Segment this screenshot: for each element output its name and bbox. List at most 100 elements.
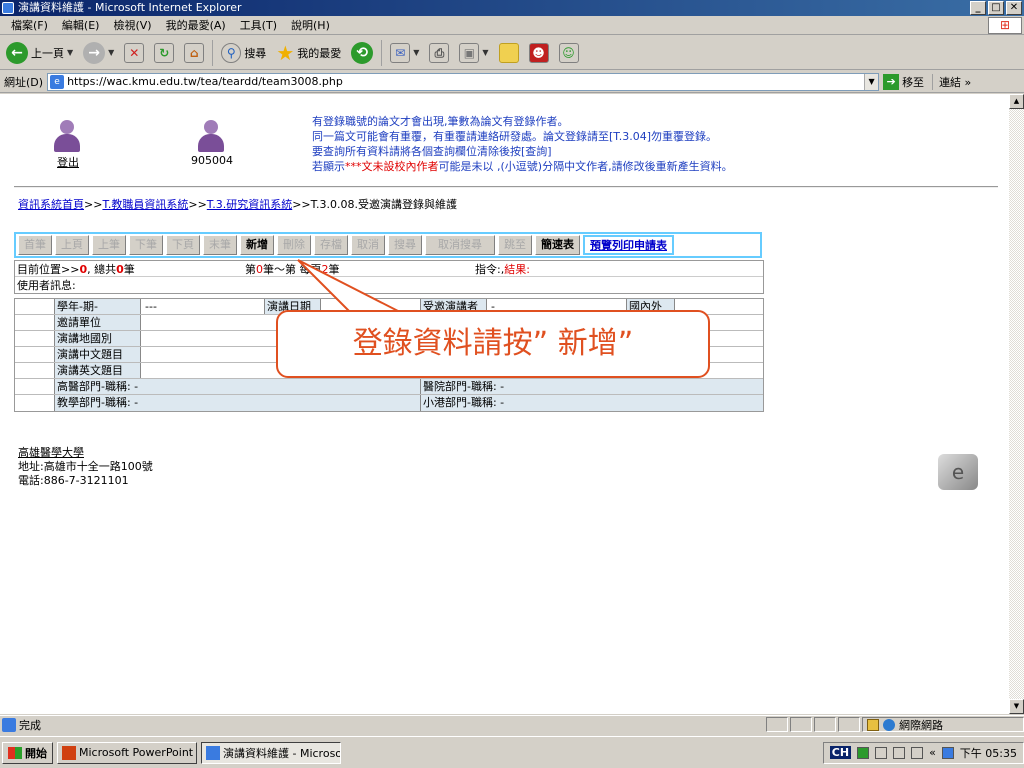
next-page-button[interactable]: 下頁 xyxy=(166,235,200,255)
notice-line: 有登錄職號的論文才會出現,筆數為論文有登錄作者。 xyxy=(312,115,569,128)
add-hint-callout: 登錄資料請按” 新增” xyxy=(276,310,710,378)
save-button[interactable]: 存檔 xyxy=(314,235,348,255)
ime-mode-icon[interactable] xyxy=(857,746,870,759)
user-group-icon xyxy=(48,118,88,154)
result-label: 結果: xyxy=(504,262,530,276)
page-content: 登出 905004 有登錄職號的論文才會出現,筆數為論文有登錄作者。 同一篇文可… xyxy=(0,94,1009,714)
ime-indicator[interactable]: CH xyxy=(829,746,852,759)
position-value: 0 xyxy=(79,262,88,276)
stop-button[interactable]: ✕ xyxy=(120,39,148,67)
tray-expand-icon[interactable]: « xyxy=(929,746,936,759)
back-button[interactable]: ← 上一頁 ▼ xyxy=(2,39,77,67)
menu-help[interactable]: 說明(H) xyxy=(284,17,337,33)
go-button[interactable]: ➔ 移至 xyxy=(883,73,924,90)
teaching-dept: 教學部門-職稱: - xyxy=(55,395,421,411)
cancel-search-button[interactable]: 取消搜尋 xyxy=(425,235,495,255)
last-record-button[interactable]: 末筆 xyxy=(203,235,237,255)
address-bar: 網址(D) e https://wac.kmu.edu.tw/tea/teard… xyxy=(0,71,1024,93)
scroll-up-icon[interactable]: ▲ xyxy=(1009,94,1024,109)
search-label: 搜尋 xyxy=(244,46,267,60)
breadcrumb-staff-system[interactable]: T.教職員資訊系統 xyxy=(102,198,188,211)
home-button[interactable]: ⌂ xyxy=(180,39,208,67)
history-button[interactable]: ⟲ xyxy=(347,39,377,67)
jump-to-button[interactable]: 跳至 xyxy=(498,235,532,255)
form-row: 高醫部門-職稱: - 醫院部門-職稱: - xyxy=(15,379,763,395)
callout-pointer xyxy=(297,259,401,313)
mail-button[interactable]: ✉ ▼ xyxy=(386,39,423,67)
chevron-down-icon: ▼ xyxy=(108,48,115,57)
ime-options-icon[interactable] xyxy=(911,746,924,759)
next-record-button[interactable]: 下筆 xyxy=(129,235,163,255)
maximize-button[interactable]: □ xyxy=(988,1,1004,15)
position-label: 目前位置>> xyxy=(17,262,80,276)
term-value[interactable]: --- xyxy=(141,299,265,314)
logout-link[interactable]: 登出 xyxy=(38,118,98,170)
lock-icon xyxy=(867,718,879,731)
status-text: 完成 xyxy=(19,718,41,732)
breadcrumb-home[interactable]: 資訊系統首頁 xyxy=(18,198,84,211)
ie-logo-icon: e xyxy=(938,454,978,490)
back-label: 上一頁 xyxy=(31,46,64,60)
forward-arrow-icon: → xyxy=(83,41,106,64)
ime-width-icon[interactable] xyxy=(875,746,888,759)
page-icon: e xyxy=(50,74,65,89)
form-row: 教學部門-職稱: - 小港部門-職稱: - xyxy=(15,395,763,411)
row-spacer xyxy=(15,331,55,346)
menu-tools[interactable]: 工具(T) xyxy=(233,17,284,33)
row-spacer xyxy=(15,379,55,394)
history-icon: ⟲ xyxy=(351,41,374,64)
status-cell xyxy=(838,717,860,732)
refresh-button[interactable]: ↻ xyxy=(150,39,178,67)
system-tray: CH « 下午 05:35 xyxy=(822,741,1024,764)
ie-icon xyxy=(2,2,14,14)
search-record-button[interactable]: 搜尋 xyxy=(388,235,422,255)
minimize-button[interactable]: _ xyxy=(970,1,986,15)
forward-button[interactable]: → ▼ xyxy=(79,39,118,67)
scroll-down-icon[interactable]: ▼ xyxy=(1009,699,1024,714)
add-button[interactable]: 新增 xyxy=(240,235,274,255)
folder-button[interactable] xyxy=(495,39,523,67)
close-button[interactable]: ✕ xyxy=(1006,1,1022,15)
ime-punct-icon[interactable] xyxy=(893,746,906,759)
chevron-down-icon[interactable]: ▼ xyxy=(864,73,879,90)
toolbar: ← 上一頁 ▼ → ▼ ✕ ↻ ⌂ ⚲ 搜尋 ★ 我的最愛 ⟲ ✉ ▼ ⎙ ▣ ▼ … xyxy=(0,36,1024,70)
first-record-button[interactable]: 首筆 xyxy=(18,235,52,255)
chevron-down-icon: ▼ xyxy=(413,48,420,57)
menu-favorites[interactable]: 我的最愛(A) xyxy=(159,17,233,33)
windows-logo-icon: ⊞ xyxy=(988,17,1022,34)
start-button[interactable]: 開始 xyxy=(2,741,53,764)
footer-address: 地址:高雄市十全一路100號 xyxy=(18,460,153,473)
search-button[interactable]: ⚲ 搜尋 xyxy=(217,39,270,67)
devil-button[interactable]: ☻ xyxy=(525,39,553,67)
favorites-button[interactable]: ★ 我的最愛 xyxy=(272,39,345,67)
taskbar: 開始 Microsoft PowerPoint - [... 演講資料維護 - … xyxy=(0,736,1024,768)
menu-file[interactable]: 檔案(F) xyxy=(4,17,55,33)
taskbar-powerpoint[interactable]: Microsoft PowerPoint - [... xyxy=(57,741,197,764)
network-icon[interactable] xyxy=(941,746,954,759)
menu-edit[interactable]: 編輯(E) xyxy=(55,17,107,33)
messenger-button[interactable]: ☺ xyxy=(555,39,583,67)
delete-button[interactable]: 刪除 xyxy=(277,235,311,255)
taskbar-ie[interactable]: 演講資料維護 - Microso... xyxy=(201,741,341,764)
address-input[interactable]: e https://wac.kmu.edu.tw/tea/teardd/team… xyxy=(47,72,880,91)
cancel-button[interactable]: 取消 xyxy=(351,235,385,255)
notice-warning: ***文未設校內作者 xyxy=(345,160,439,173)
links-label: 連結 xyxy=(939,75,962,89)
vertical-scrollbar[interactable]: ▲ ▼ xyxy=(1009,94,1024,714)
summary-table-button[interactable]: 簡速表 xyxy=(535,235,580,255)
inviter-label: 邀請單位 xyxy=(55,315,141,330)
refresh-icon: ↻ xyxy=(154,42,175,63)
footer-name: 高雄醫學大學 xyxy=(18,446,84,459)
breadcrumb-current: >>T.3.0.08.受邀演講登錄與維護 xyxy=(292,198,458,211)
links-button[interactable]: 連結 » xyxy=(932,73,971,90)
edit-button[interactable]: ▣ ▼ xyxy=(455,39,492,67)
favorites-label: 我的最愛 xyxy=(297,46,342,60)
print-preview-link[interactable]: 預覽列印申請表 xyxy=(583,235,674,255)
xiaogang-dept: 小港部門-職稱: - xyxy=(421,395,763,411)
prev-page-button[interactable]: 上頁 xyxy=(55,235,89,255)
print-button[interactable]: ⎙ xyxy=(425,39,453,67)
menu-view[interactable]: 檢視(V) xyxy=(106,17,158,33)
breadcrumb-research-system[interactable]: T.3.研究資訊系統 xyxy=(207,198,292,211)
prev-record-button[interactable]: 上筆 xyxy=(92,235,126,255)
clock: 下午 05:35 xyxy=(959,746,1017,760)
